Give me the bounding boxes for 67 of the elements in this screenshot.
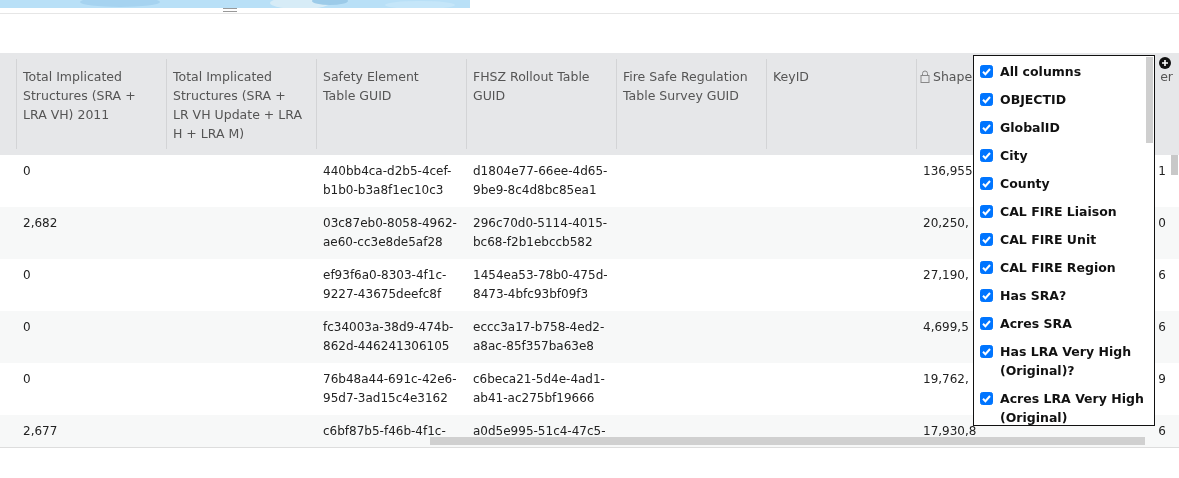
menu-item[interactable]: City [1000,146,1028,165]
drag-handle-icon[interactable] [223,8,237,12]
table-cell: 0 [1158,216,1166,230]
table-cell: 2,682 [23,216,58,230]
table-cell: 136,955 [923,164,973,178]
table-cell: 6 [1158,320,1166,334]
table-cell: c6bf87b5-f46b-4f1c- [323,424,446,438]
menu-scrollbar[interactable] [1146,57,1153,143]
table-cell: eccc3a17-b758-4ed2-a8ac-85f357ba63e8 [473,320,605,353]
column-header[interactable]: FHSZ Rollout Table GUID [473,67,602,105]
table-cell: c6beca21-5d4e-4ad1-ab41-ac275bf19666 [473,372,605,405]
table-cell: ef93f6a0-8303-4f1c-9227-43675deefc8f [323,268,447,301]
menu-item[interactable]: All columns [1000,62,1082,81]
checkbox[interactable] [980,392,993,405]
table-cell: 0 [23,164,31,178]
menu-item[interactable]: Has SRA? [1000,286,1067,305]
menu-item[interactable]: CAL FIRE Unit [1000,230,1097,249]
checkbox[interactable] [980,121,993,134]
checkbox[interactable] [980,177,993,190]
table-cell: 1 [1158,164,1166,178]
table-cell: 9 [1158,372,1166,386]
checkbox[interactable] [980,149,993,162]
menu-item[interactable]: CAL FIRE Liaison [1000,202,1117,221]
table-cell: 27,190, [923,268,969,282]
menu-item[interactable]: County [1000,174,1050,193]
column-header[interactable]: Shape [933,67,973,86]
table-cell: a0d5e995-51c4-47c5- [473,424,606,438]
checkbox[interactable] [980,93,993,106]
table-cell: fc34003a-38d9-474b-862d-446241306105 [323,320,454,353]
checkbox[interactable] [980,205,993,218]
column-header[interactable]: KeyID [773,67,809,86]
add-icon[interactable] [1159,57,1171,69]
checkbox[interactable] [980,317,993,330]
checkbox[interactable] [980,233,993,246]
column-header[interactable]: Total Implicated Structures (SRA + LR VH Update + LRA H + LRA M) [173,67,302,143]
table-cell: 1454ea53-78b0-475d-8473-4bfc93bf09f3 [473,268,608,301]
table-cell: 19,762, [923,372,969,386]
table-cell: 4,699,5 [923,320,969,334]
table-cell: 440bb4ca-d2b5-4cef-b1b0-b3a8f1ec10c3 [323,164,452,197]
table-cell: 17,930,8 [923,424,977,438]
menu-item[interactable]: OBJECTID [1000,90,1067,109]
column-header[interactable]: Total Implicated Structures (SRA + LRA VH) 2011 [23,67,152,124]
column-header[interactable]: er [1160,67,1173,86]
table-cell: 6 [1158,268,1166,282]
table-cell: 0 [23,268,31,282]
checkbox[interactable] [980,65,993,78]
menu-item[interactable]: Acres SRA [1000,314,1072,333]
table-cell: d1804e77-66ee-4d65-9be9-8c4d8bc85ea1 [473,164,608,197]
table-cell: 03c87eb0-8058-4962-ae60-cc3e8de5af28 [323,216,457,249]
vertical-scrollbar[interactable] [1171,155,1178,175]
column-header[interactable]: Safety Element Table GUID [323,67,452,105]
menu-item[interactable]: GlobalID [1000,118,1060,137]
table-cell: 0 [23,372,31,386]
checkbox[interactable] [980,345,993,358]
checkbox[interactable] [980,289,993,302]
column-header[interactable]: Fire Safe Regulation Table Survey GUID [623,67,752,105]
table-cell: 20,250, [923,216,969,230]
table-cell: 6 [1158,424,1166,438]
menu-item[interactable]: Acres LRA Very High (Original) [1000,389,1144,427]
menu-item[interactable]: CAL FIRE Region [1000,258,1116,277]
table-cell: 296c70d0-5114-4015-bc68-f2b1ebccb582 [473,216,608,249]
table-cell: 2,677 [23,424,58,438]
checkbox[interactable] [980,261,993,274]
menu-item[interactable]: Has LRA Very High (Original)? [1000,342,1144,380]
table-cell: 0 [23,320,31,334]
table-cell: 76b48a44-691c-42e6-95d7-3ad15c4e3162 [323,372,457,405]
horizontal-scrollbar[interactable] [430,437,1145,445]
